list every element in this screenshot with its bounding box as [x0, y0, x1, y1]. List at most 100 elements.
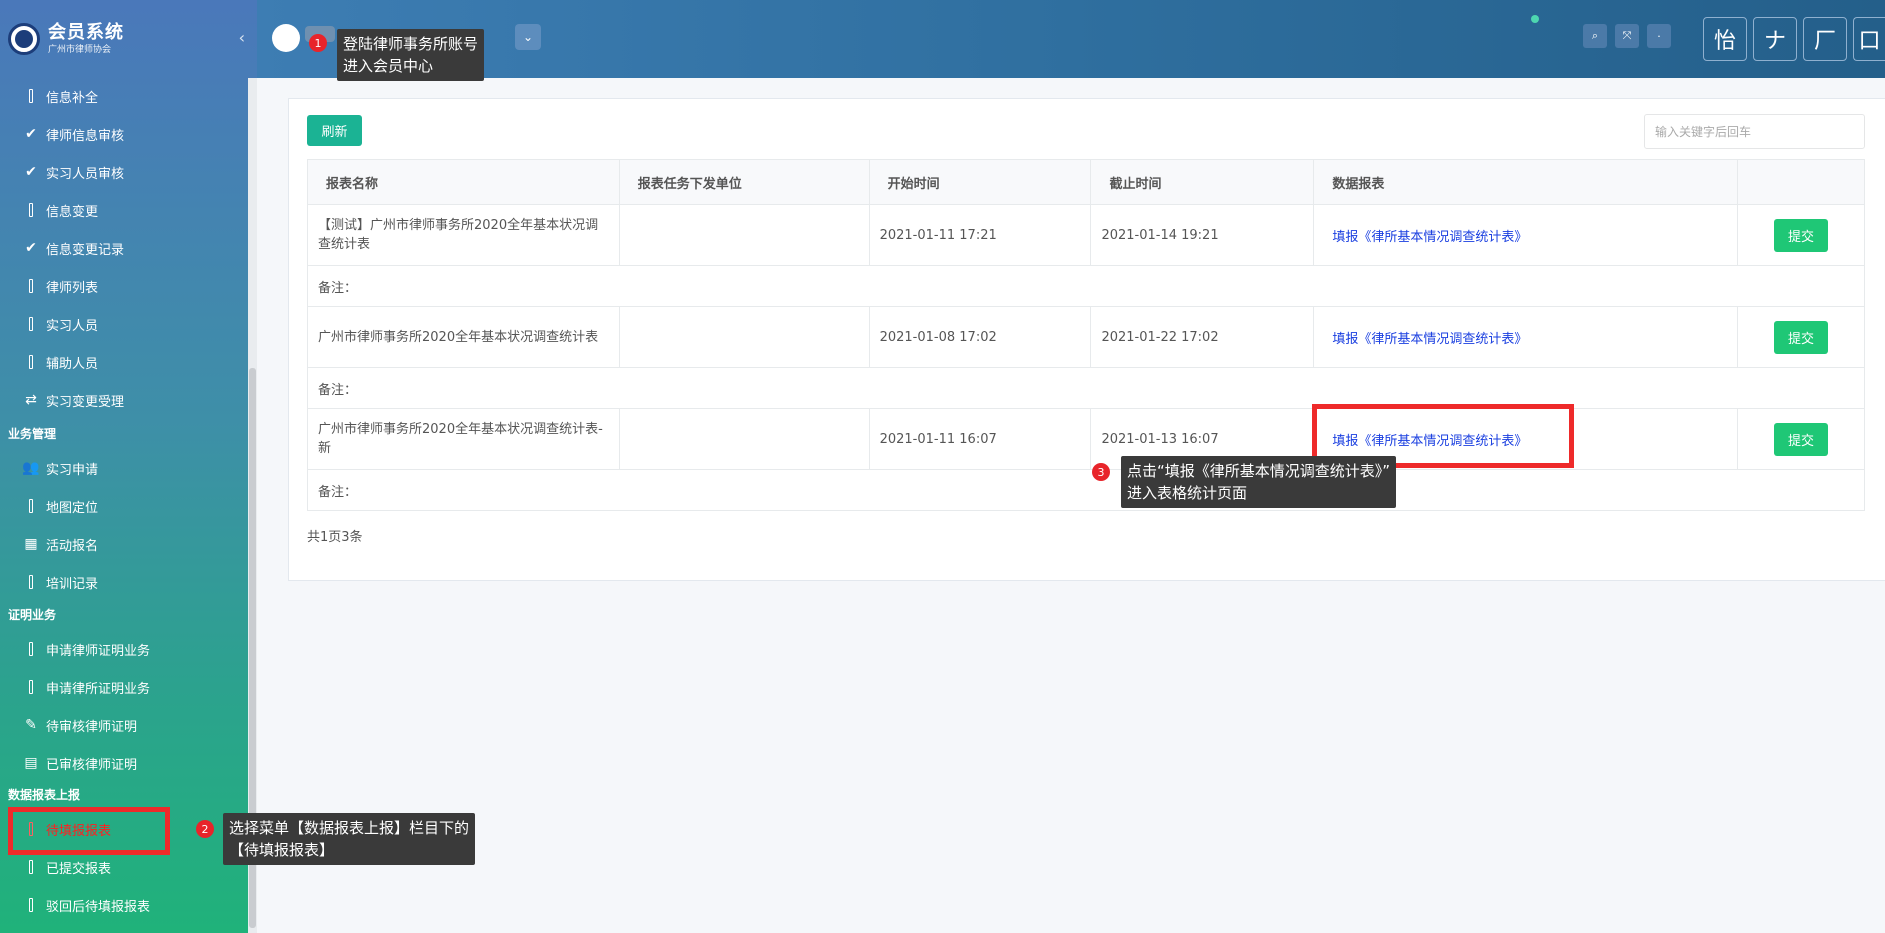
report-end: 2021-01-14 19:21 — [1090, 204, 1315, 266]
edit-icon: ✎ — [25, 717, 37, 733]
sidebar-item-submitted-reports[interactable]: 已提交报表 — [0, 855, 248, 879]
collapse-sidebar-icon[interactable]: ‹ — [239, 28, 245, 47]
column-header-name: 报表名称 — [307, 159, 620, 205]
sidebar-item-map[interactable]: 地图定位 — [0, 494, 248, 518]
sidebar-item-training[interactable]: 培训记录 — [0, 570, 248, 594]
sidebar-item-label: 申请律师证明业务 — [46, 643, 151, 659]
column-header-end: 截止时间 — [1090, 159, 1315, 205]
sidebar-item-label: 申请律所证明业务 — [46, 681, 151, 697]
table-row: 广州市律师事务所2020全年基本状况调查统计表 2021-01-08 17:02… — [307, 306, 1865, 368]
sidebar-item-firm-cert[interactable]: 申请律所证明业务 — [0, 675, 248, 699]
bar-icon — [20, 89, 42, 103]
calendar-icon: ▦ — [24, 536, 38, 552]
tooltip-line: 选择菜单【数据报表上报】栏目下的 — [229, 819, 470, 837]
sidebar-item-reviewed-cert[interactable]: ▤ 已审核律师证明 — [0, 751, 248, 775]
step-badge-1: 1 — [309, 34, 327, 52]
sidebar-item-intern-apply[interactable]: 👥 实习申请 — [0, 456, 248, 480]
sidebar-item-intern-change[interactable]: ⇄ 实习变更受理 — [0, 388, 248, 412]
check-icon: ✔ — [25, 126, 37, 142]
report-name: 广州市律师事务所2020全年基本状况调查统计表-新 — [307, 408, 620, 470]
sidebar-item-label: 实习申请 — [46, 462, 99, 478]
sidebar-item-pending-cert[interactable]: ✎ 待审核律师证明 — [0, 713, 248, 737]
header-box-3[interactable]: 厂 — [1803, 17, 1847, 61]
tooltip-step-3: 点击“填报《律所基本情况调查统计表》” 进入表格统计页面 — [1121, 456, 1397, 508]
sidebar: 会员系统 广州市律师协会 ‹ 信息补全 ✔ 律师信息审核 ✔ 实习人员审核 信息… — [0, 0, 257, 933]
sidebar-item-intern-review[interactable]: ✔ 实习人员审核 — [0, 160, 248, 184]
table-row: 【测试】广州市律师事务所2020全年基本状况调查统计表 2021-01-11 1… — [307, 204, 1865, 266]
tooltip-line: 登陆律师事务所账号 — [343, 35, 479, 53]
chevron-down-icon[interactable]: ⌄ — [515, 24, 541, 50]
header-box-4[interactable]: 口 — [1853, 17, 1885, 61]
submit-button[interactable]: 提交 — [1774, 320, 1828, 354]
bar-icon — [20, 317, 42, 331]
note-label: 备注： — [307, 265, 1865, 307]
sidebar-scrollbar[interactable] — [248, 78, 257, 933]
bar-icon — [20, 680, 42, 694]
pagination-info: 共1页3条 — [307, 530, 363, 545]
sidebar-item-label: 信息变更 — [46, 204, 99, 220]
sidebar-item-lawyer-list[interactable]: 律师列表 — [0, 274, 248, 298]
step-badge-2: 2 — [196, 820, 214, 838]
sidebar-item-label: 待审核律师证明 — [46, 719, 138, 735]
bar-icon — [20, 203, 42, 217]
fill-report-link[interactable]: 填报《律所基本情况调查统计表》 — [1324, 230, 1527, 245]
exchange-icon: ⇄ — [25, 392, 37, 408]
report-name: 【测试】广州市律师事务所2020全年基本状况调查统计表 — [307, 204, 620, 266]
refresh-button[interactable]: 刷新 — [307, 115, 362, 146]
highlight-box-menu — [8, 807, 170, 855]
logo — [8, 23, 40, 55]
sidebar-item-label: 辅助人员 — [46, 356, 99, 372]
note-row: 备注： — [307, 469, 1865, 511]
sidebar-item-label: 实习人员 — [46, 318, 99, 334]
submit-button[interactable]: 提交 — [1774, 422, 1828, 456]
avatar[interactable] — [272, 24, 300, 52]
report-unit — [618, 204, 870, 266]
report-start: 2021-01-11 17:21 — [868, 204, 1092, 266]
check-icon: ✔ — [25, 240, 37, 256]
header-box-1[interactable]: 怡 — [1703, 17, 1747, 61]
sidebar-item-info-change[interactable]: 信息变更 — [0, 198, 248, 222]
note-row: 备注： — [307, 367, 1865, 409]
tooltip-line: 【待填报报表】 — [229, 841, 335, 859]
fullscreen-icon[interactable]: ⤧ — [1615, 24, 1639, 48]
step-badge-3: 3 — [1092, 463, 1110, 481]
brand: 会员系统 广州市律师协会 ‹ — [0, 0, 257, 78]
search-input[interactable] — [1644, 114, 1865, 149]
note-label: 备注： — [307, 469, 1865, 511]
sidebar-item-label: 驳回后待填报报表 — [46, 899, 151, 915]
search-icon[interactable]: ⌕ — [1583, 24, 1607, 48]
submit-button[interactable]: 提交 — [1774, 218, 1828, 252]
header-box-2[interactable]: ナ — [1753, 17, 1797, 61]
note-label: 备注： — [307, 367, 1865, 409]
sidebar-item-info-complete[interactable]: 信息补全 — [0, 84, 248, 108]
users-icon: 👥 — [22, 460, 40, 476]
settings-icon[interactable]: · — [1647, 24, 1671, 48]
fill-report-link[interactable]: 填报《律所基本情况调查统计表》 — [1324, 332, 1527, 347]
sidebar-item-change-records[interactable]: ✔ 信息变更记录 — [0, 236, 248, 260]
sidebar-item-label: 律师信息审核 — [46, 128, 125, 144]
sidebar-item-rejected-reports[interactable]: 驳回后待填报报表 — [0, 893, 248, 917]
report-unit — [618, 306, 870, 368]
report-start: 2021-01-11 16:07 — [868, 408, 1092, 470]
sidebar-item-lawyer-cert[interactable]: 申请律师证明业务 — [0, 637, 248, 661]
file-icon: ▤ — [24, 755, 38, 771]
column-header-action — [1737, 159, 1865, 205]
report-end: 2021-01-22 17:02 — [1090, 306, 1315, 368]
sidebar-item-interns[interactable]: 实习人员 — [0, 312, 248, 336]
tooltip-step-1: 登陆律师事务所账号 进入会员中心 — [337, 29, 485, 81]
check-icon: ✔ — [25, 164, 37, 180]
column-header-start: 开始时间 — [868, 159, 1092, 205]
section-title-reports: 数据报表上报 — [8, 788, 81, 802]
report-unit — [618, 408, 870, 470]
sidebar-item-assistants[interactable]: 辅助人员 — [0, 350, 248, 374]
report-name: 广州市律师事务所2020全年基本状况调查统计表 — [307, 306, 620, 368]
sidebar-item-label: 律师列表 — [46, 280, 99, 296]
sidebar-item-label: 信息变更记录 — [46, 242, 125, 258]
sidebar-item-label: 培训记录 — [46, 576, 99, 592]
tooltip-line: 进入表格统计页面 — [1127, 484, 1248, 502]
bar-icon — [20, 355, 42, 369]
column-header-report: 数据报表 — [1313, 159, 1738, 205]
sidebar-item-lawyer-review[interactable]: ✔ 律师信息审核 — [0, 122, 248, 146]
section-title-business: 业务管理 — [8, 427, 57, 441]
sidebar-item-activity[interactable]: ▦ 活动报名 — [0, 532, 248, 556]
